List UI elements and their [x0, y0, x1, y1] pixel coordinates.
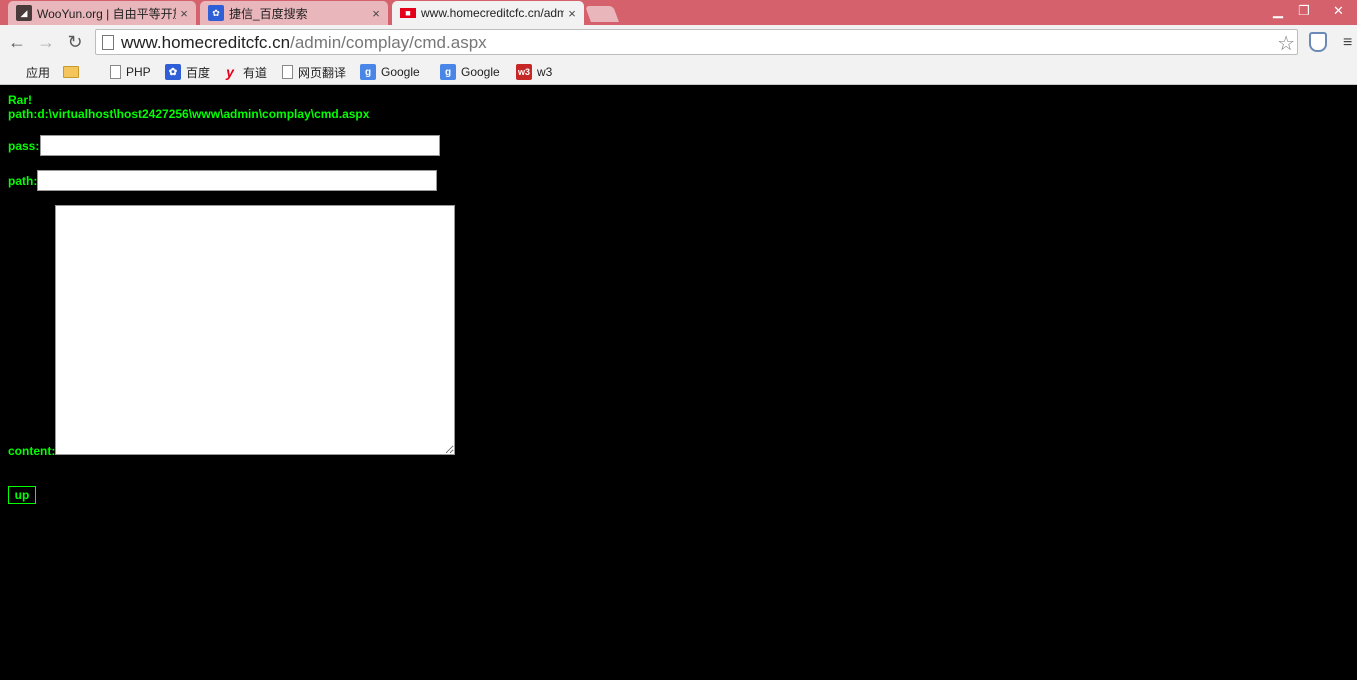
youdao-icon: y	[226, 64, 234, 80]
bookmark-star-icon[interactable]: ☆	[1277, 31, 1295, 56]
path-input[interactable]	[37, 170, 437, 191]
site-logo-icon: ■	[400, 8, 416, 18]
bookmark-label: Google	[461, 65, 500, 79]
content-label: content:	[8, 444, 56, 458]
bookmark-web-translate[interactable]: 网页翻译	[282, 62, 346, 82]
bookmark-w3[interactable]: w3 w3	[516, 62, 552, 82]
page-content: Rar! path:d:\virtualhost\host2427256\www…	[0, 85, 1357, 680]
bookmark-apps[interactable]: 应用	[7, 62, 50, 82]
address-bar[interactable]: www.homecreditcfc.cn/admin/complay/cmd.a…	[95, 29, 1298, 55]
browser-chrome: ◢ WooYun.org | 自由平等开放的漏洞报告平台 × ✿ 捷信_百度搜索…	[0, 0, 1357, 85]
close-tab-icon[interactable]: ×	[176, 6, 192, 21]
tab-title: www.homecreditcfc.cn/admin/complay/cmd.a…	[421, 6, 564, 20]
baidu-paw-icon: ✿	[208, 5, 224, 21]
w3-icon: w3	[516, 64, 532, 80]
tab-strip: ◢ WooYun.org | 自由平等开放的漏洞报告平台 × ✿ 捷信_百度搜索…	[0, 0, 1357, 25]
page-icon	[282, 65, 293, 79]
reload-icon[interactable]: ↻	[64, 31, 86, 53]
tab-title: WooYun.org | 自由平等开放的漏洞报告平台	[37, 6, 176, 21]
page-icon	[102, 35, 114, 50]
bookmark-google-1[interactable]: g Google	[360, 62, 420, 82]
folder-icon	[63, 66, 79, 78]
forward-arrow-icon[interactable]: →	[35, 31, 57, 53]
bookmark-folder[interactable]	[63, 62, 84, 82]
bookmark-label: PHP	[126, 65, 151, 79]
close-window-icon[interactable]: ✕	[1320, 0, 1357, 22]
browser-toolbar: ← → ↻ www.homecreditcfc.cn/admin/complay…	[0, 25, 1357, 59]
close-tab-icon[interactable]: ×	[368, 6, 384, 21]
bookmark-label: w3	[537, 65, 553, 79]
bookmark-php[interactable]: PHP	[110, 62, 151, 82]
current-path: path:d:\virtualhost\host2427256\www\admi…	[8, 107, 370, 121]
apps-grid-icon	[7, 65, 21, 79]
close-tab-icon[interactable]: ×	[564, 6, 580, 21]
bookmark-google-2[interactable]: g Google	[440, 62, 500, 82]
bookmark-label: 应用	[26, 65, 51, 80]
tab-wooyun[interactable]: ◢ WooYun.org | 自由平等开放的漏洞报告平台 ×	[8, 1, 196, 25]
baidu-paw-icon: ✿	[165, 64, 181, 80]
content-textarea[interactable]	[55, 205, 455, 455]
page-heading: Rar!	[8, 93, 33, 107]
pass-label: pass:	[8, 139, 40, 153]
minimize-icon[interactable]: ▁	[1268, 0, 1288, 22]
google-icon: g	[440, 64, 456, 80]
chrome-menu-icon[interactable]: ≡	[1343, 35, 1357, 51]
path-label: path:	[8, 174, 38, 188]
address-url[interactable]: www.homecreditcfc.cn/admin/complay/cmd.a…	[121, 33, 487, 53]
tab-title: 捷信_百度搜索	[229, 6, 308, 21]
tab-baidu-search[interactable]: ✿ 捷信_百度搜索 ×	[200, 1, 388, 25]
bookmark-label: 网页翻译	[298, 65, 347, 80]
wooyun-icon: ◢	[16, 5, 32, 21]
url-host: www.homecreditcfc.cn	[121, 33, 291, 52]
google-icon: g	[360, 64, 376, 80]
bookmark-youdao[interactable]: y 有道	[222, 62, 267, 82]
new-tab-button[interactable]	[585, 6, 619, 22]
url-path: /admin/complay/cmd.aspx	[290, 33, 487, 52]
bookmarks-bar: 应用 PHP ✿ 百度 y 有道 网页翻译 g Google g Google	[0, 59, 1357, 85]
back-arrow-icon[interactable]: ←	[6, 31, 28, 53]
bookmark-label: 有道	[243, 65, 268, 80]
tab-homecredit-cmd[interactable]: ■ www.homecreditcfc.cn/admin/complay/cmd…	[392, 1, 584, 25]
extension-shield-icon[interactable]	[1309, 32, 1327, 52]
bookmark-label: Google	[381, 65, 420, 79]
restore-icon[interactable]: ❐	[1294, 0, 1314, 22]
upload-button[interactable]: up	[8, 486, 36, 504]
bookmark-baidu[interactable]: ✿ 百度	[165, 62, 210, 82]
pass-input[interactable]	[40, 135, 440, 156]
bookmark-label: 百度	[186, 65, 211, 80]
page-icon	[110, 65, 121, 79]
